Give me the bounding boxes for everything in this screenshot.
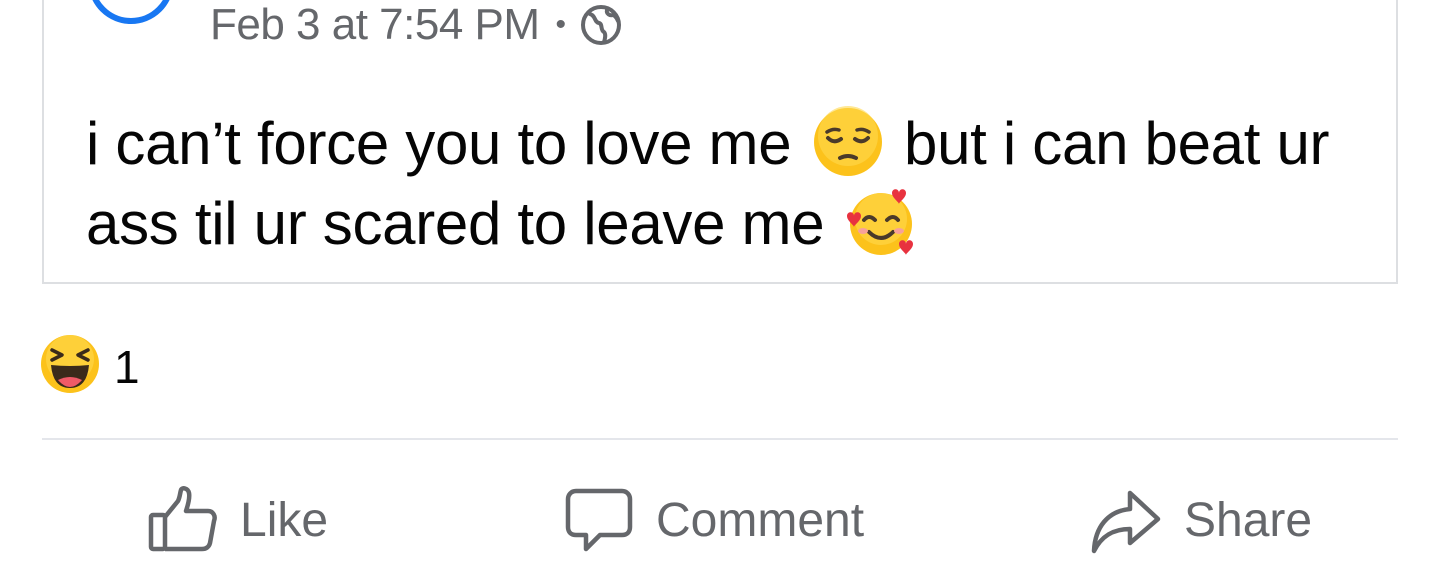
post-body: i can’t force you to love me but i can b… [86, 104, 1356, 264]
share-button[interactable]: Share [1090, 470, 1312, 570]
post-timestamp[interactable]: Feb 3 at 7:54 PM [210, 0, 540, 50]
share-arrow-icon [1091, 490, 1161, 554]
globe-icon[interactable] [580, 4, 622, 46]
reaction-summary[interactable]: 1 [40, 334, 140, 399]
meta-separator: • [555, 8, 567, 41]
smiling-face-with-hearts-emoji [845, 186, 917, 258]
divider [42, 438, 1398, 440]
post-text-part-1: i can’t force you to love me [86, 110, 792, 177]
post-action-bar: Like Comment Share [0, 470, 1440, 570]
pensive-face-emoji [812, 106, 884, 178]
share-label: Share [1184, 493, 1313, 547]
like-label: Like [240, 493, 329, 547]
haha-reaction-icon [40, 334, 100, 399]
reaction-count[interactable]: 1 [114, 340, 140, 394]
comment-label: Comment [656, 493, 865, 547]
like-button[interactable]: Like [148, 470, 328, 570]
facebook-post: Feb 3 at 7:54 PM • i can’t force you to … [0, 0, 1440, 578]
comment-button[interactable]: Comment [564, 470, 864, 570]
post-meta: Feb 3 at 7:54 PM • [210, 0, 622, 50]
comment-bubble-icon [565, 488, 633, 552]
thumbs-up-icon [148, 486, 217, 552]
